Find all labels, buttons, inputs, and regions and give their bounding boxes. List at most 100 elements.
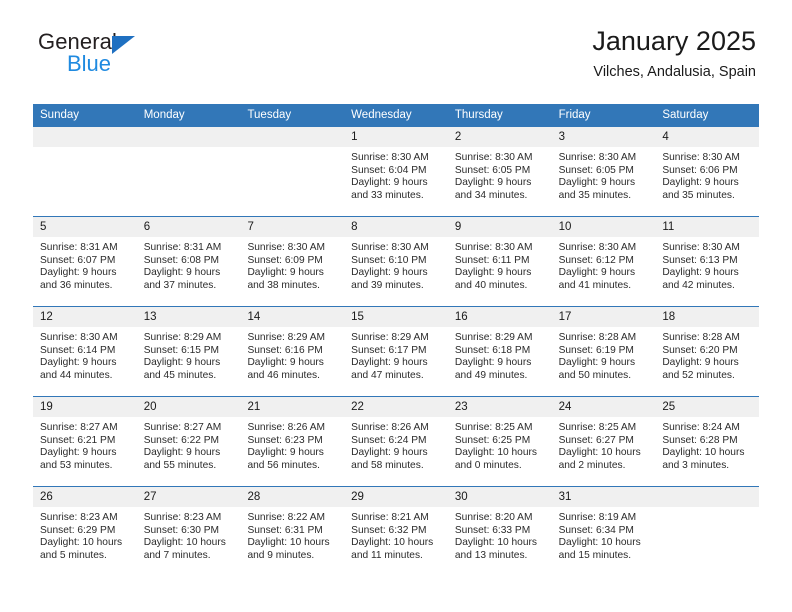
day-cell[interactable]: 31 Sunrise: 8:19 AM Sunset: 6:34 PM Dayligh…	[551, 487, 656, 576]
day-details: Sunrise: 8:30 AM Sunset: 6:04 PM Daylight:…	[344, 147, 448, 202]
day-details: Sunrise: 8:30 AM Sunset: 6:13 PM Daylight:…	[655, 237, 759, 292]
day-detail-line: Sunset: 6:18 PM	[454, 344, 531, 356]
day-cell[interactable]: 24 Sunrise: 8:25 AM Sunset: 6:27 PM Dayligh…	[551, 397, 656, 486]
day-cell[interactable]: 6 Sunrise: 8:31 AM Sunset: 6:08 PM Daylight…	[136, 217, 241, 306]
day-detail-line: Daylight: 9 hours	[351, 267, 428, 279]
day-number: 2	[447, 127, 552, 147]
calendar-week-row: 12 Sunrise: 8:30 AM Sunset: 6:14 PM Dayligh…	[33, 306, 760, 396]
generalblue-logo[interactable]: General Blue	[38, 31, 298, 87]
day-cell[interactable]: 4 Sunrise: 8:30 AM Sunset: 6:06 PM Daylight…	[655, 127, 760, 216]
day-cell[interactable]: 3 Sunrise: 8:30 AM Sunset: 6:05 PM Daylight…	[551, 127, 656, 216]
day-detail-line: Sunrise: 8:25 AM	[454, 422, 533, 433]
day-number: 29	[344, 487, 448, 507]
day-detail-line: and 34 minutes.	[454, 189, 528, 201]
day-detail-line: Daylight: 9 hours	[662, 357, 739, 369]
day-cell[interactable]: 2 Sunrise: 8:30 AM Sunset: 6:05 PM Daylight…	[447, 127, 552, 216]
day-cell[interactable]: 22 Sunrise: 8:26 AM Sunset: 6:24 PM Dayligh…	[344, 397, 448, 486]
day-cell[interactable]: 30 Sunrise: 8:20 AM Sunset: 6:33 PM Dayligh…	[447, 487, 552, 576]
day-number: 26	[33, 487, 137, 507]
day-cell[interactable]: 23 Sunrise: 8:25 AM Sunset: 6:25 PM Dayligh…	[447, 397, 552, 486]
day-detail-line: Daylight: 9 hours	[662, 177, 739, 189]
day-detail-line: Daylight: 10 hours	[662, 447, 745, 459]
day-detail-line: Daylight: 9 hours	[143, 447, 221, 459]
day-number: 10	[551, 217, 656, 237]
day-cell[interactable]: 28 Sunrise: 8:22 AM Sunset: 6:31 PM Dayligh…	[240, 487, 345, 576]
day-cell[interactable]: 11 Sunrise: 8:30 AM Sunset: 6:13 PM Dayligh…	[655, 217, 760, 306]
day-cell[interactable]: 17 Sunrise: 8:28 AM Sunset: 6:19 PM Dayligh…	[551, 307, 656, 396]
day-cell[interactable]: 25 Sunrise: 8:24 AM Sunset: 6:28 PM Dayligh…	[655, 397, 760, 486]
day-detail-line: Sunset: 6:33 PM	[454, 524, 531, 536]
day-details: Sunrise: 8:29 AM Sunset: 6:17 PM Daylight:…	[344, 327, 448, 382]
day-detail-line: Sunset: 6:21 PM	[40, 434, 116, 446]
day-details: Sunrise: 8:28 AM Sunset: 6:20 PM Daylight:…	[655, 327, 759, 382]
day-detail-line: Sunrise: 8:29 AM	[143, 332, 222, 343]
day-cell-empty	[240, 127, 345, 216]
day-detail-line: Sunrise: 8:30 AM	[558, 152, 637, 163]
calendar-week-row: 1 Sunrise: 8:30 AM Sunset: 6:04 PM Daylight…	[33, 127, 760, 216]
day-cell-empty	[33, 127, 137, 216]
day-number	[240, 127, 345, 147]
day-detail-line: Sunset: 6:31 PM	[247, 524, 323, 536]
day-cell[interactable]: 10 Sunrise: 8:30 AM Sunset: 6:12 PM Dayligh…	[551, 217, 656, 306]
day-number: 4	[655, 127, 760, 147]
day-detail-line: and 15 minutes.	[558, 549, 632, 561]
day-cell[interactable]: 8 Sunrise: 8:30 AM Sunset: 6:10 PM Daylight…	[344, 217, 448, 306]
day-detail-line: Daylight: 10 hours	[454, 447, 537, 459]
day-cell[interactable]: 15 Sunrise: 8:29 AM Sunset: 6:17 PM Dayligh…	[344, 307, 448, 396]
day-details: Sunrise: 8:30 AM Sunset: 6:05 PM Daylight:…	[448, 147, 552, 202]
weekday-header-tuesday: Tuesday	[247, 109, 292, 121]
day-number: 14	[240, 307, 345, 327]
day-cell[interactable]: 13 Sunrise: 8:29 AM Sunset: 6:15 PM Dayligh…	[136, 307, 241, 396]
day-detail-line: Daylight: 10 hours	[558, 447, 641, 459]
day-detail-line: Sunset: 6:19 PM	[558, 344, 634, 356]
day-detail-line: Daylight: 9 hours	[351, 447, 428, 459]
day-detail-line: Sunset: 6:30 PM	[143, 524, 220, 536]
day-cell[interactable]: 20 Sunrise: 8:27 AM Sunset: 6:22 PM Dayligh…	[136, 397, 241, 486]
day-detail-line: Sunrise: 8:25 AM	[558, 422, 637, 433]
day-cell[interactable]: 26 Sunrise: 8:23 AM Sunset: 6:29 PM Dayligh…	[33, 487, 137, 576]
day-details: Sunrise: 8:20 AM Sunset: 6:33 PM Daylight:…	[448, 507, 552, 562]
day-detail-line: and 35 minutes.	[662, 189, 735, 201]
day-detail-line: Daylight: 9 hours	[454, 177, 532, 189]
day-cell[interactable]: 27 Sunrise: 8:23 AM Sunset: 6:30 PM Dayligh…	[136, 487, 241, 576]
day-cell[interactable]: 12 Sunrise: 8:30 AM Sunset: 6:14 PM Dayligh…	[33, 307, 137, 396]
day-detail-line: and 36 minutes.	[40, 279, 113, 291]
day-number: 27	[136, 487, 241, 507]
day-cell[interactable]: 16 Sunrise: 8:29 AM Sunset: 6:18 PM Dayligh…	[447, 307, 552, 396]
day-details: Sunrise: 8:21 AM Sunset: 6:32 PM Daylight:…	[344, 507, 448, 562]
weekday-header-friday: Friday	[558, 109, 591, 121]
day-cell[interactable]: 29 Sunrise: 8:21 AM Sunset: 6:32 PM Dayligh…	[344, 487, 448, 576]
day-detail-line: and 3 minutes.	[662, 459, 730, 471]
day-detail-line: Daylight: 9 hours	[454, 357, 532, 369]
day-cell[interactable]: 1 Sunrise: 8:30 AM Sunset: 6:04 PM Daylight…	[344, 127, 448, 216]
day-detail-line: Sunrise: 8:28 AM	[558, 332, 637, 343]
day-number: 15	[344, 307, 448, 327]
day-detail-line: and 39 minutes.	[351, 279, 424, 291]
day-number: 8	[344, 217, 448, 237]
day-detail-line: Sunset: 6:13 PM	[662, 254, 738, 266]
day-cell[interactable]: 9 Sunrise: 8:30 AM Sunset: 6:11 PM Daylight…	[447, 217, 552, 306]
day-detail-line: and 11 minutes.	[351, 549, 423, 561]
day-detail-line: Sunrise: 8:23 AM	[143, 512, 222, 523]
day-details: Sunrise: 8:27 AM Sunset: 6:21 PM Daylight:…	[33, 417, 137, 472]
day-details: Sunrise: 8:30 AM Sunset: 6:11 PM Daylight:…	[448, 237, 552, 292]
day-details: Sunrise: 8:24 AM Sunset: 6:28 PM Daylight:…	[655, 417, 759, 472]
day-number: 9	[447, 217, 552, 237]
day-detail-line: Daylight: 10 hours	[558, 537, 641, 549]
day-cell[interactable]: 5 Sunrise: 8:31 AM Sunset: 6:07 PM Daylight…	[33, 217, 137, 306]
day-detail-line: Daylight: 9 hours	[454, 267, 532, 279]
day-detail-line: Sunrise: 8:26 AM	[351, 422, 429, 433]
day-detail-line: Sunset: 6:06 PM	[662, 164, 738, 176]
day-detail-line: Sunset: 6:12 PM	[558, 254, 634, 266]
day-number: 11	[655, 217, 760, 237]
day-detail-line: and 7 minutes.	[143, 549, 211, 561]
day-cell[interactable]: 21 Sunrise: 8:26 AM Sunset: 6:23 PM Dayligh…	[240, 397, 345, 486]
calendar-weeks: 1 Sunrise: 8:30 AM Sunset: 6:04 PM Daylight…	[33, 127, 760, 576]
calendar-week-row: 5 Sunrise: 8:31 AM Sunset: 6:07 PM Daylight…	[33, 216, 760, 306]
day-cell[interactable]: 7 Sunrise: 8:30 AM Sunset: 6:09 PM Daylight…	[240, 217, 345, 306]
day-detail-line: Sunrise: 8:27 AM	[143, 422, 222, 433]
day-detail-line: Sunrise: 8:26 AM	[247, 422, 326, 433]
day-cell[interactable]: 14 Sunrise: 8:29 AM Sunset: 6:16 PM Dayligh…	[240, 307, 345, 396]
day-cell[interactable]: 19 Sunrise: 8:27 AM Sunset: 6:21 PM Dayligh…	[33, 397, 137, 486]
day-cell[interactable]: 18 Sunrise: 8:28 AM Sunset: 6:20 PM Dayligh…	[655, 307, 760, 396]
